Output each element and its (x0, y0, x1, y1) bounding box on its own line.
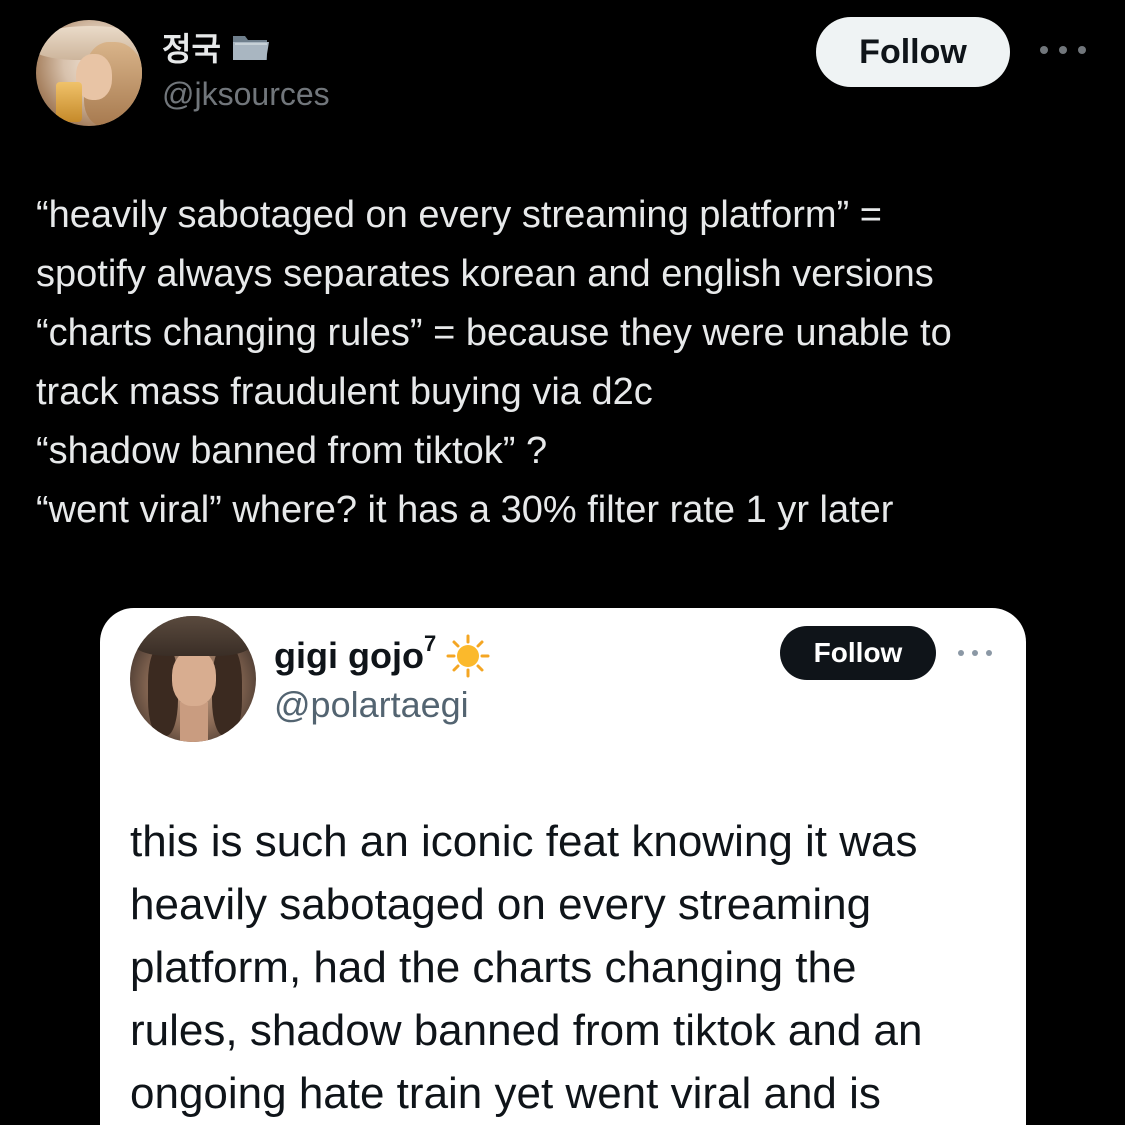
avatar-glass (56, 82, 82, 122)
quoted-text-line: this is such an iconic feat knowing it w… (130, 817, 918, 866)
tweet-text-line: spotify always separates korean and engl… (36, 253, 934, 295)
avatar-face (172, 650, 216, 706)
follow-button[interactable]: Follow (816, 17, 1010, 87)
quoted-author-name-text: gigi gojo (274, 635, 424, 676)
more-options-icon[interactable] (1040, 40, 1086, 60)
avatar-hat (134, 616, 252, 656)
quoted-follow-button: Follow (780, 626, 936, 680)
quoted-tweet-image[interactable]: gigi gojo7 @polartaegi Follow this is su… (100, 608, 1026, 1125)
dot (986, 650, 992, 656)
quoted-author-handle: @polartaegi (274, 684, 469, 725)
avatar-hair (212, 646, 242, 736)
author-name-text: 정국 (162, 31, 221, 67)
tweet-text-line: “shadow banned from tiktok” ? (36, 430, 548, 472)
dot (958, 650, 964, 656)
quoted-tweet-text: this is such an iconic feat knowing it w… (130, 810, 1010, 1125)
tweet-text-line: track mass fraudulent buying via d2c (36, 371, 653, 413)
dot (972, 650, 978, 656)
dot (1040, 46, 1048, 54)
avatar-neck (180, 702, 208, 742)
tweet-text: “heavily sabotaged on every streaming pl… (36, 186, 1106, 540)
quoted-author-display-name: gigi gojo7 (274, 631, 490, 678)
dot (1078, 46, 1086, 54)
quoted-text-line: platform, had the charts changing the (130, 943, 857, 992)
folder-icon (231, 30, 271, 64)
tweet-text-line: “went viral” where? it has a 30% filter … (36, 489, 894, 531)
author-handle[interactable]: @jksources (162, 76, 330, 113)
quoted-author-avatar (130, 616, 256, 742)
sun-icon (446, 634, 490, 678)
quoted-text-line: ongoing hate train yet went viral and is (130, 1069, 881, 1118)
quoted-text-line: heavily sabotaged on every streaming (130, 880, 872, 929)
author-display-name[interactable]: 정국 (162, 24, 271, 70)
quoted-more-options-icon (958, 648, 992, 658)
tweet-text-line: “heavily sabotaged on every streaming pl… (36, 194, 882, 236)
quoted-text-line: rules, shadow banned from tiktok and an (130, 1006, 923, 1055)
dot (1059, 46, 1067, 54)
quoted-author-superscript: 7 (423, 631, 437, 656)
tweet-text-line: “charts changing rules” = because they w… (36, 312, 952, 354)
author-avatar[interactable] (36, 20, 142, 126)
